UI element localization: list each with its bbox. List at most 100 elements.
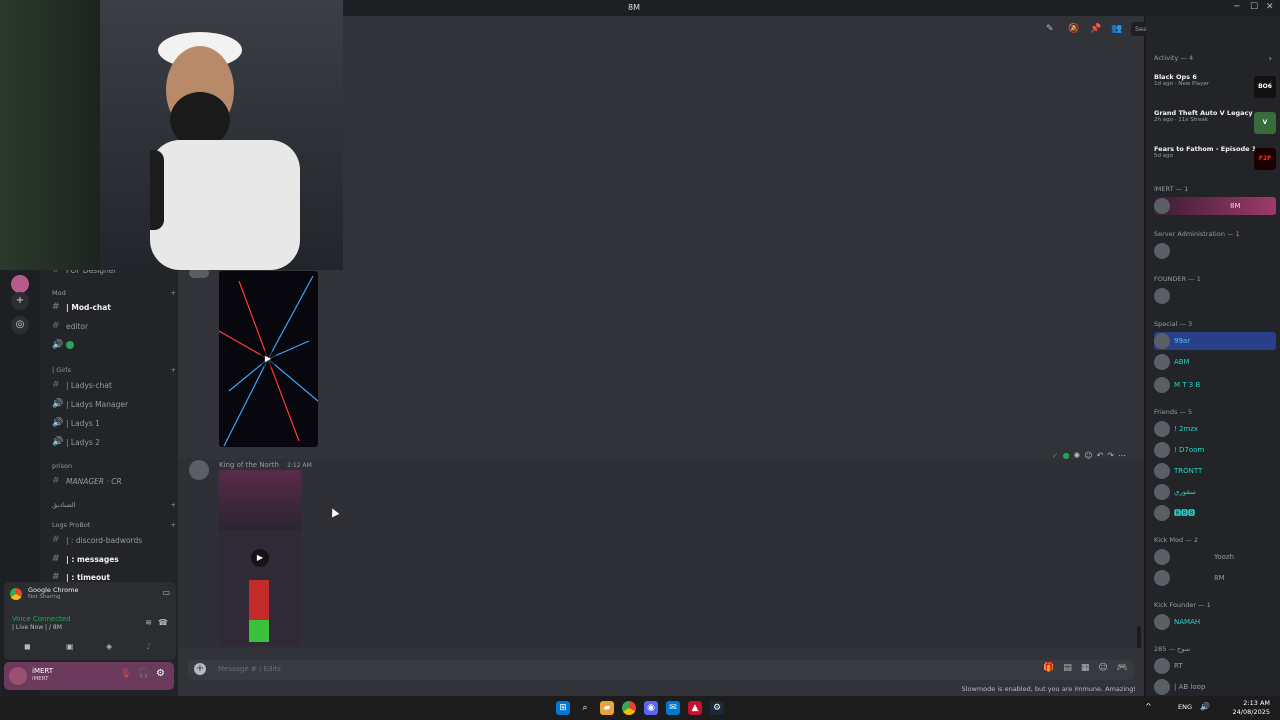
mute-icon[interactable]: 🎙 [120,669,131,679]
add-channel-icon[interactable]: + [171,521,176,529]
category-girls[interactable]: | Girls + [52,366,176,374]
channel-editor[interactable]: # editor [52,318,178,334]
activity-card[interactable]: Fears to Fathom - Episode 1 5d ago F2F [1154,145,1276,175]
member-row[interactable]: M T 3 B [1154,376,1276,394]
message-toolbar: ✓ ● ✺ ☺ ↶ ↷ ⋯ [1052,451,1126,465]
add-channel-icon[interactable]: + [171,289,176,297]
pin-icon[interactable]: 📌 [1090,24,1101,34]
disconnect-icon[interactable]: ☎ [158,618,168,627]
video-attachment-space[interactable]: ▶ [219,271,318,447]
member-row[interactable] [1154,287,1276,305]
emoji-icon[interactable]: ☺ [1098,663,1107,673]
start-icon[interactable]: ⊞ [556,701,570,715]
category-mod[interactable]: Mod + [52,289,176,297]
screen-share-icon[interactable]: ▭ [162,588,170,597]
member-row[interactable]: ! 2mzx [1154,420,1276,438]
forward-icon[interactable]: ↷ [1107,451,1114,465]
channel-discord-badwords[interactable]: # | : discord-badwords [52,532,178,548]
member-row[interactable] [1154,242,1276,260]
maximize-icon[interactable]: ☐ [1250,2,1258,12]
mute-channel-icon[interactable]: 🔕 [1068,24,1079,34]
voice-channel-name[interactable]: | Live Now | / 8M [12,624,62,631]
steam-icon[interactable]: ⚙ [710,701,724,715]
activity-icon[interactable]: ◈ [106,642,112,651]
member-row[interactable]: 99ar [1154,332,1276,350]
member-row[interactable]: ! D7oom [1154,441,1276,459]
channel-ladys-chat[interactable]: # | Ladys-chat [52,377,178,393]
category-prison[interactable]: prison [52,462,176,470]
activity-card[interactable]: Grand Theft Auto V Legacy 2h ago · 11x S… [1154,109,1276,139]
member-row[interactable]: | AB loop [1154,678,1276,696]
sticker-icon[interactable]: ▦ [1081,663,1090,673]
channel-ladys-1[interactable]: 🔊 | Ladys 1 [52,415,178,431]
discover-icon[interactable]: ◎ [11,316,29,334]
member-row[interactable]: TRONTT [1154,462,1276,480]
play-icon[interactable]: ▶ [251,549,269,567]
apps-icon[interactable]: 🎮 [1117,663,1128,673]
member-row[interactable]: RT [1154,657,1276,675]
settings-gear-icon[interactable]: ⚙ [156,668,165,679]
search-icon[interactable]: ⌕ [578,701,592,715]
webcam-overlay [0,0,343,270]
share-screen-icon[interactable]: ▣ [66,642,74,651]
channel-ladys-2[interactable]: 🔊 | Ladys 2 [52,434,178,450]
channel-mod-chat[interactable]: # | Mod-chat [52,299,178,315]
chrome-icon[interactable] [622,701,636,715]
avatar[interactable] [189,460,209,480]
gif-icon[interactable]: ▤ [1063,663,1072,673]
video-attachment-stream[interactable]: ▶ [219,470,301,646]
category-logs[interactable]: Logs ProBot + [52,521,176,529]
outlook-icon[interactable]: ✉ [666,701,680,715]
camera-icon[interactable]: ◼ [24,642,31,651]
member-row[interactable]: NAMAH [1154,613,1276,631]
add-channel-icon[interactable]: + [171,366,176,374]
member-row[interactable]: 8M [1154,569,1276,587]
member-row[interactable]: 8M [1154,197,1276,215]
channel-messages[interactable]: # | : messages [52,551,178,567]
member-name: TRONTT [1174,467,1203,475]
member-row[interactable]: سقوري [1154,483,1276,501]
reply-icon[interactable]: ↶ [1097,451,1104,465]
voice-channel[interactable]: 🔊 [52,337,178,353]
scrollbar[interactable] [1137,626,1141,648]
noise-suppression-icon[interactable]: ≋ [145,618,152,627]
language-indicator[interactable]: ENG [1178,703,1192,711]
minimize-icon[interactable]: ─ [1234,2,1239,12]
server-icon[interactable] [11,275,29,293]
react-3-icon[interactable]: ✺ [1074,451,1081,465]
tray-chevron-icon[interactable]: ^ [1145,702,1152,711]
threads-icon[interactable]: ✎ [1046,24,1054,34]
close-icon[interactable]: ✕ [1266,2,1274,12]
message-author[interactable]: King of the North [219,461,279,469]
add-server-icon[interactable]: + [11,292,29,310]
play-icon[interactable]: ▶ [259,350,277,368]
emoji-icon[interactable]: ☺ [1084,451,1092,465]
member-row[interactable]: 🅱🅱🅱 [1154,504,1276,522]
avatar[interactable] [9,667,27,685]
member-list-icon[interactable]: 👥 [1111,24,1122,34]
discord-icon[interactable]: ◉ [644,701,658,715]
message-input[interactable]: Message # | Edits [218,665,281,673]
deafen-icon[interactable]: 🎧 [138,669,149,679]
member-row[interactable]: ABM [1154,353,1276,371]
clock[interactable]: 2:13 AM 24/08/2025 [1233,699,1270,717]
react-2-icon[interactable]: ● [1063,451,1070,465]
add-attachment-icon[interactable]: + [194,663,206,675]
chevron-right-icon[interactable]: › [1269,54,1272,63]
channel-manager[interactable]: # MANAGER · CR [52,473,178,489]
member-row[interactable]: Yoozh [1154,548,1276,566]
react-icon[interactable]: ✓ [1052,451,1059,465]
add-channel-icon[interactable]: + [171,501,176,509]
app-icon[interactable]: ▲ [688,701,702,715]
hash-icon: # [52,572,60,582]
activity-card[interactable]: Black Ops 6 1d ago · New Player BO6 [1154,73,1276,103]
more-icon[interactable]: ⋯ [1118,451,1126,465]
category-arabic[interactable]: الصناديق + [52,501,176,509]
file-explorer-icon[interactable]: ▰ [600,701,614,715]
soundboard-icon[interactable]: ♪ [146,642,151,651]
message-composer[interactable]: + Message # | Edits 🎁 ▤ ▦ ☺ 🎮 [188,660,1134,680]
volume-icon[interactable]: 🔊 [1200,702,1210,711]
gift-icon[interactable]: 🎁 [1043,663,1054,673]
channel-ladys-manager[interactable]: 🔊 | Ladys Manager [52,396,178,412]
user-name[interactable]: iMERT [32,667,53,675]
